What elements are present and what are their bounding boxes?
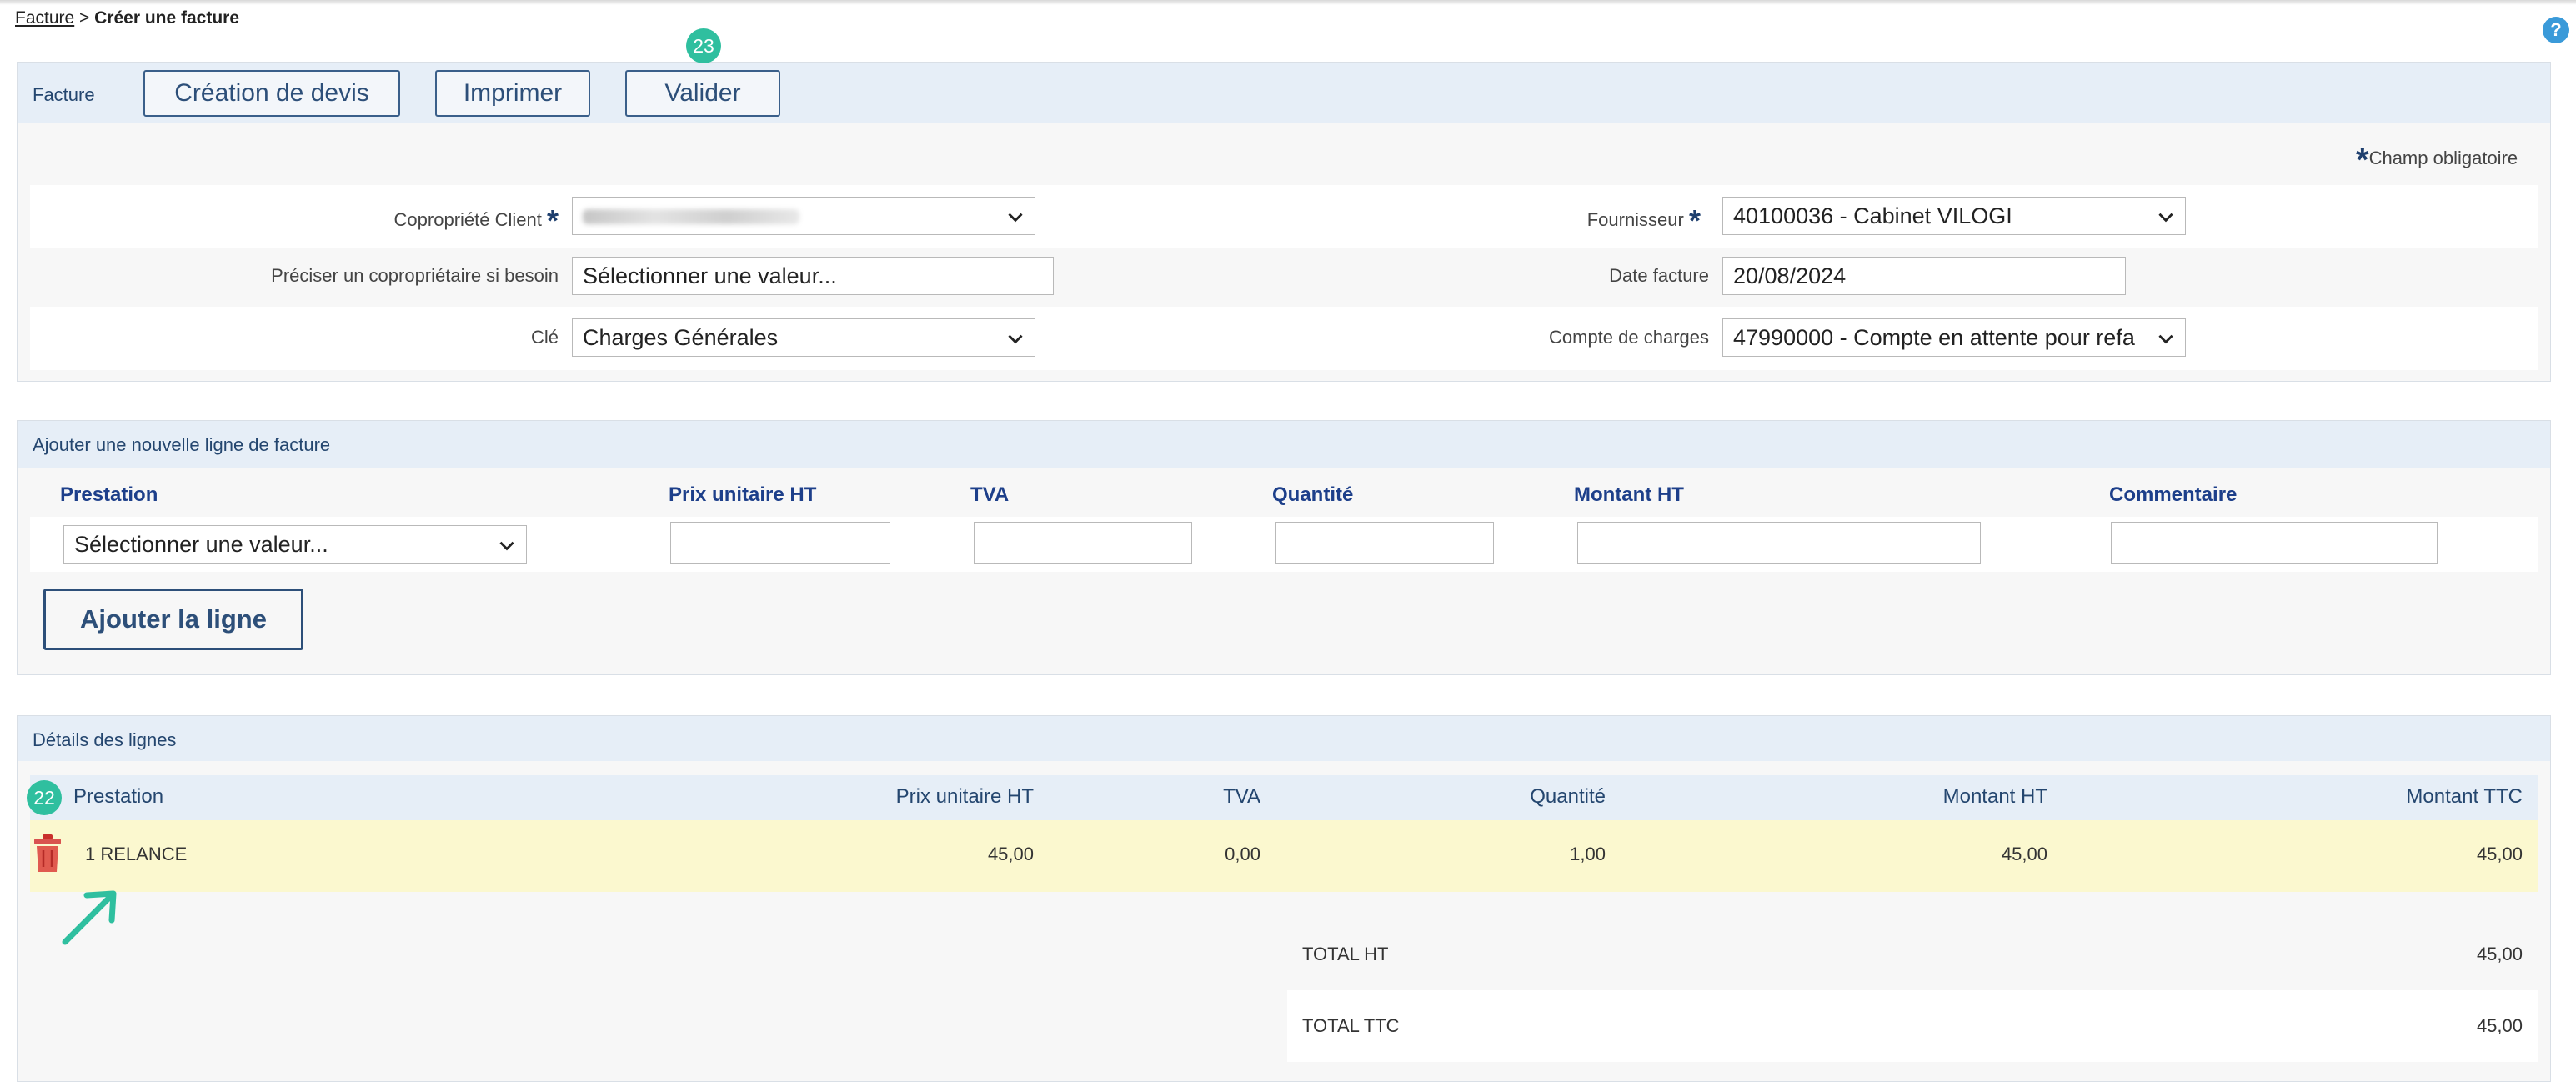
chevron-down-icon <box>1008 213 1023 223</box>
precise-copro-select[interactable]: Sélectionner une valeur... <box>572 257 1054 295</box>
commentaire-input[interactable] <box>2111 522 2438 564</box>
row-prix: 45,00 <box>987 844 1034 864</box>
top-shadow <box>0 0 2576 5</box>
total-ht-label: TOTAL HT <box>1302 944 1389 964</box>
chevron-down-icon <box>499 541 514 551</box>
col-quantite: Quantité <box>1272 483 1354 506</box>
fournisseur-label: Fournisseur * <box>1334 203 1701 238</box>
trash-icon[interactable] <box>33 834 62 874</box>
details-title: Détails des lignes <box>33 729 177 750</box>
col-tva: TVA <box>970 483 1010 506</box>
chevron-down-icon <box>2155 328 2177 349</box>
table-row <box>30 820 2538 892</box>
col-commentaire: Commentaire <box>2109 483 2238 506</box>
details-table-header <box>30 775 2538 820</box>
toolbar-title: Facture <box>33 84 95 105</box>
required-field-note: *Champ obligatoire <box>2356 142 2518 179</box>
date-facture-value: 20/08/2024 <box>1733 263 1847 288</box>
blurred-value <box>583 209 799 224</box>
cle-label: Clé <box>530 327 559 348</box>
th-prix: Prix unitaire HT <box>895 785 1034 808</box>
row-montant-ht: 45,00 <box>2001 844 2047 864</box>
compte-charges-value: 47990000 - Compte en attente pour refa <box>1733 325 2135 350</box>
creation-devis-button[interactable]: Création de devis <box>143 70 400 117</box>
copro-client-label: Copropriété Client * <box>167 203 559 238</box>
quantite-input[interactable] <box>1275 522 1494 564</box>
add-line-button[interactable]: Ajouter la ligne <box>43 589 303 650</box>
prestation-select[interactable]: Sélectionner une valeur... <box>63 525 527 564</box>
required-note-text: Champ obligatoire <box>2368 148 2518 168</box>
th-montant-ht: Montant HT <box>1942 785 2047 808</box>
total-ttc-value: 45,00 <box>2476 1015 2523 1036</box>
pointer-arrow-icon <box>62 890 117 945</box>
breadcrumb-link-facture[interactable]: Facture <box>15 8 74 28</box>
cle-value: Charges Générales <box>583 325 779 350</box>
breadcrumb-separator: > <box>74 8 95 28</box>
fournisseur-label-text: Fournisseur <box>1586 209 1684 230</box>
precise-copro-label: Préciser un copropriétaire si besoin <box>271 265 559 286</box>
col-montant-ht: Montant HT <box>1574 483 1684 506</box>
col-prestation: Prestation <box>60 483 158 506</box>
compte-charges-label: Compte de charges <box>1549 327 1709 348</box>
cle-select[interactable]: Charges Générales <box>572 318 1035 357</box>
th-quantite: Quantité <box>1530 785 1606 808</box>
copro-client-label-text: Copropriété Client <box>393 209 542 230</box>
row-montant-ttc: 45,00 <box>2476 844 2523 864</box>
th-prestation: Prestation <box>73 785 164 808</box>
annotation-badge-23: 23 <box>686 28 721 63</box>
details-header: Détails des lignes <box>18 716 2550 761</box>
breadcrumb-current: Créer une facture <box>94 8 240 28</box>
col-prix: Prix unitaire HT <box>669 483 817 506</box>
breadcrumb: Facture > Créer une facture <box>15 8 239 28</box>
fournisseur-select[interactable]: 40100036 - Cabinet VILOGI <box>1722 197 2186 235</box>
date-facture-label: Date facture <box>1609 265 1709 286</box>
add-line-title: Ajouter une nouvelle ligne de facture <box>33 434 331 455</box>
chevron-down-icon <box>1008 334 1023 344</box>
compte-charges-select[interactable]: 47990000 - Compte en attente pour refa <box>1722 318 2186 357</box>
th-tva: TVA <box>1223 785 1260 808</box>
total-ht-row: TOTAL HT 45,00 <box>1287 919 2538 990</box>
copro-client-select[interactable] <box>572 197 1035 235</box>
th-montant-ttc: Montant TTC <box>2406 785 2523 808</box>
annotation-badge-22: 22 <box>27 780 62 815</box>
fournisseur-value: 40100036 - Cabinet VILOGI <box>1733 203 2012 228</box>
total-ttc-label: TOTAL TTC <box>1302 1015 1400 1036</box>
prix-unitaire-input[interactable] <box>670 522 890 564</box>
prestation-placeholder: Sélectionner une valeur... <box>74 532 328 557</box>
required-star-icon: * <box>1688 203 1701 238</box>
print-button[interactable]: Imprimer <box>435 70 590 117</box>
required-star-icon: * <box>2356 142 2369 178</box>
add-line-header: Ajouter une nouvelle ligne de facture <box>18 421 2550 468</box>
help-icon[interactable]: ? <box>2543 17 2569 43</box>
precise-copro-placeholder: Sélectionner une valeur... <box>583 263 837 288</box>
date-facture-input[interactable]: 20/08/2024 <box>1722 257 2126 295</box>
chevron-down-icon <box>2158 213 2173 223</box>
total-ht-value: 45,00 <box>2476 944 2523 964</box>
row-prestation: 1 RELANCE <box>85 844 188 864</box>
tva-input[interactable] <box>974 522 1192 564</box>
validate-button[interactable]: Valider <box>625 70 780 117</box>
row-quantite: 1,00 <box>1570 844 1606 864</box>
required-star-icon: * <box>546 203 559 238</box>
montant-ht-input[interactable] <box>1577 522 1981 564</box>
row-tva: 0,00 <box>1225 844 1260 864</box>
total-ttc-row: TOTAL TTC 45,00 <box>1287 990 2538 1062</box>
